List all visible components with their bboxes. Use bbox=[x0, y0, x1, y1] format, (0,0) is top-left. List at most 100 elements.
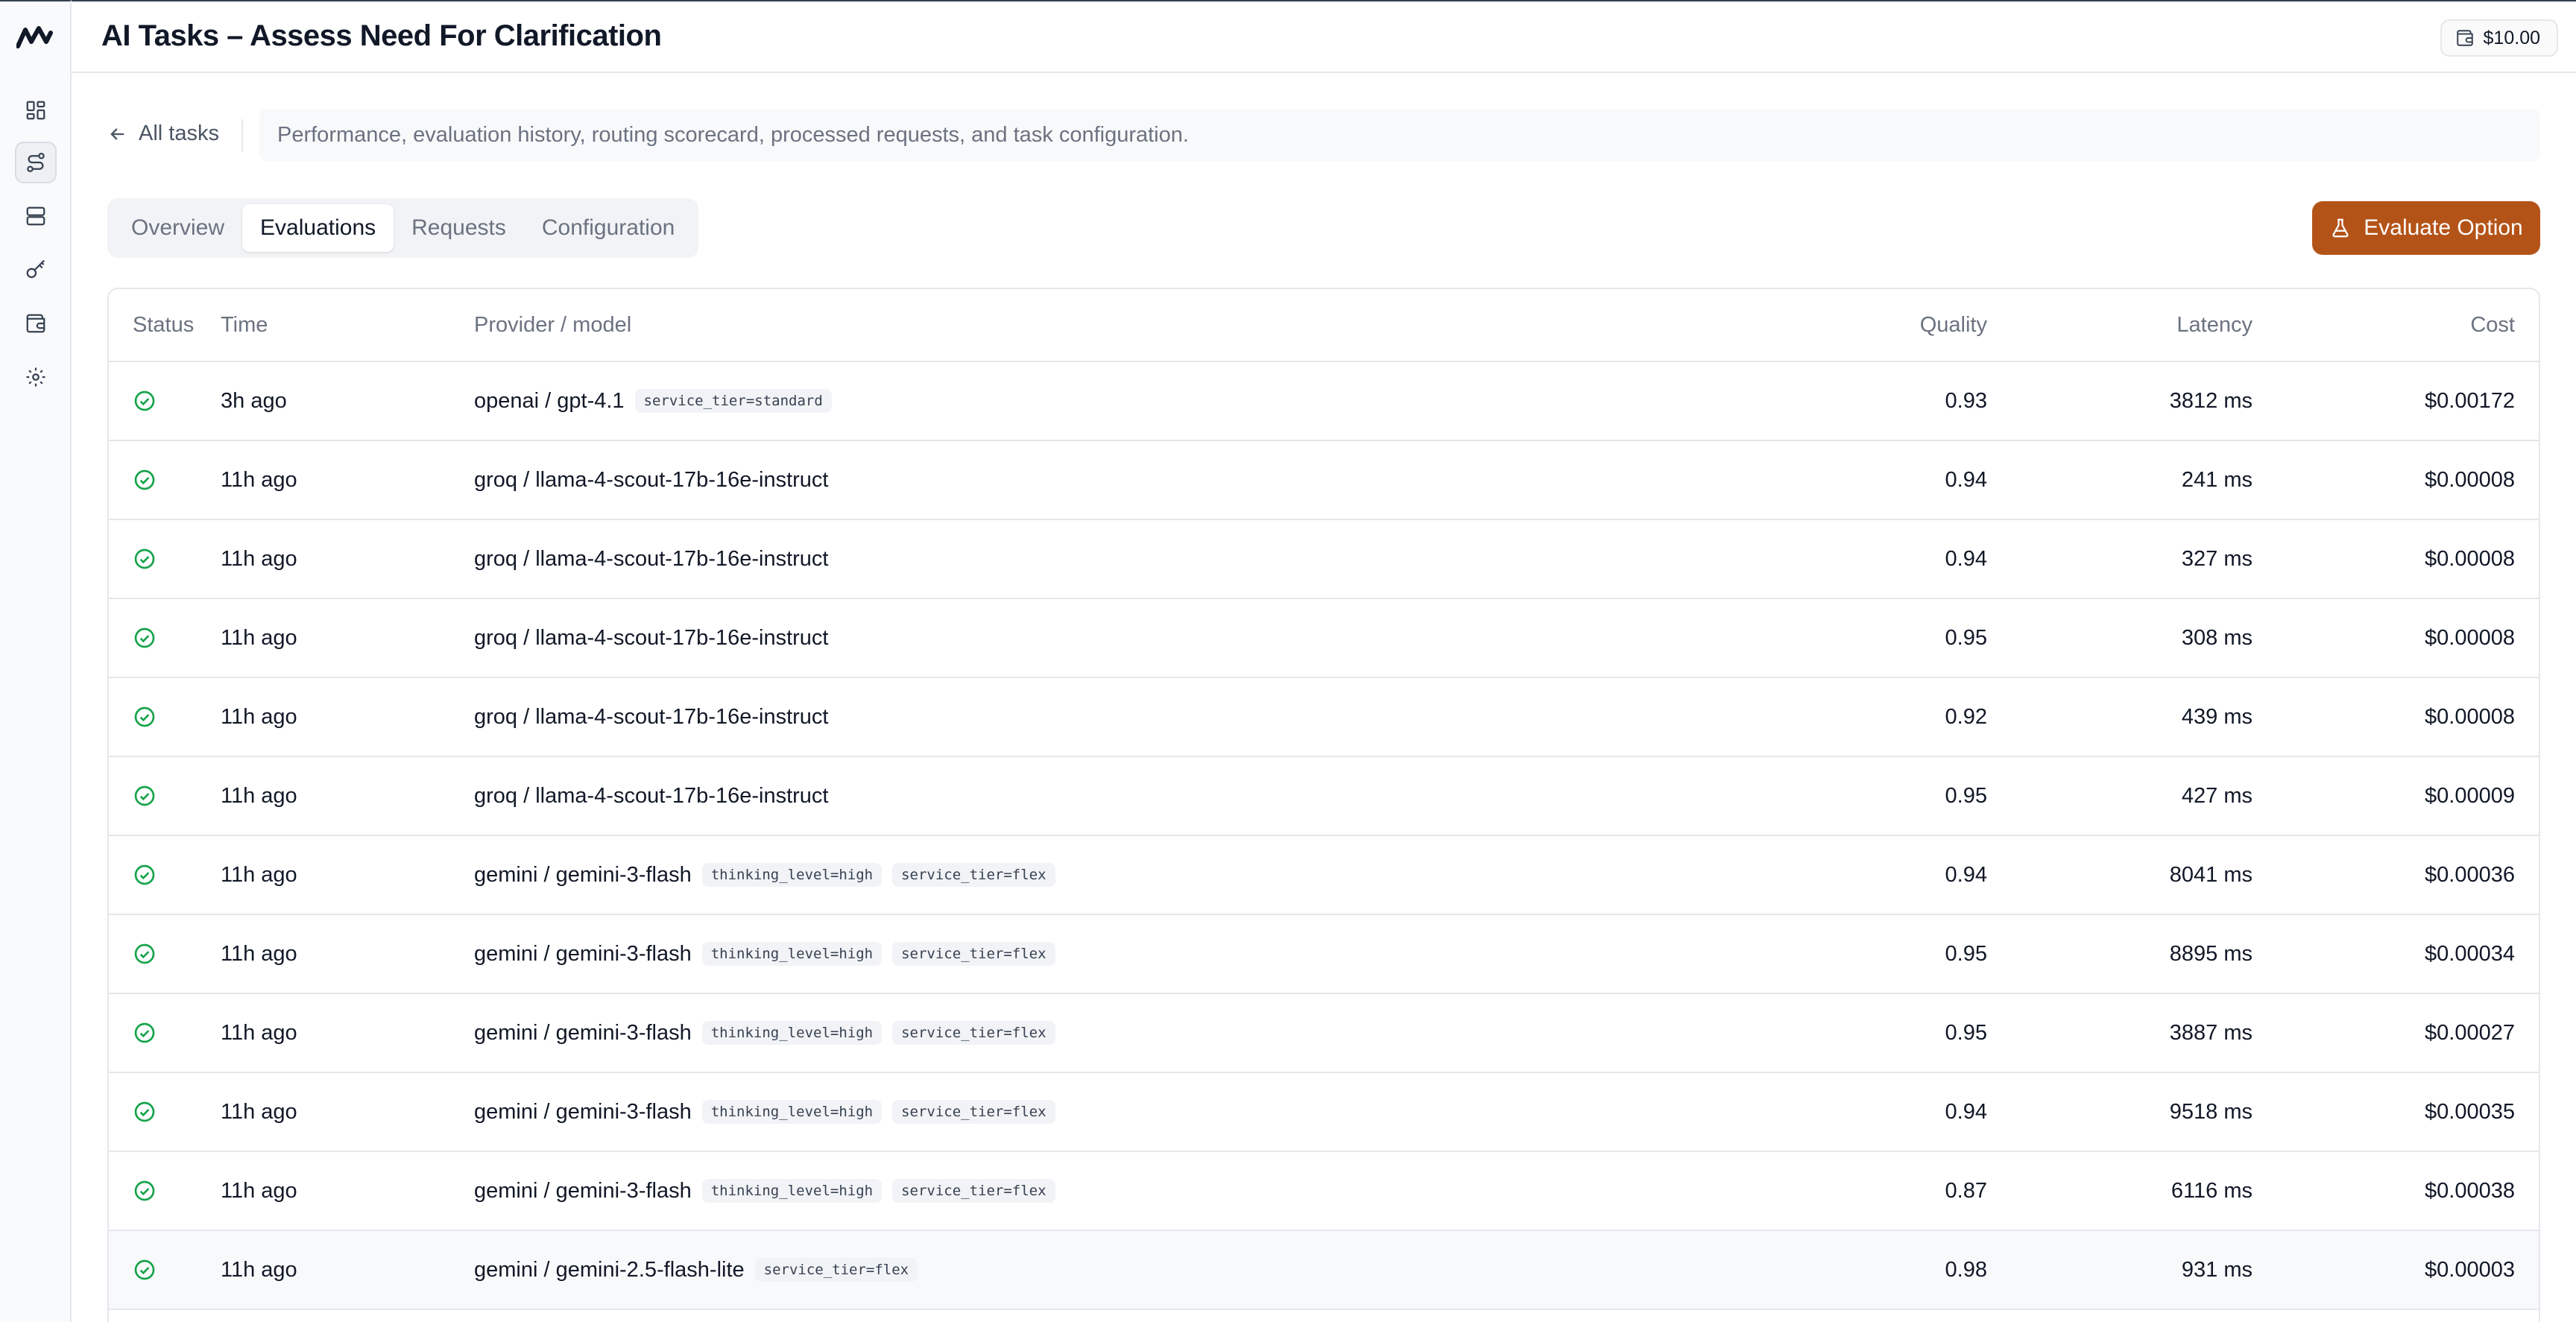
table-row[interactable]: 11h ago groq / llama-4-scout-17b-16e-inst… bbox=[109, 599, 2539, 678]
latency-cell: 9518 ms bbox=[2169, 1099, 2253, 1124]
model-name: groq / llama-4-scout-17b-16e-instruct bbox=[474, 783, 829, 808]
latency-cell: 327 ms bbox=[2181, 546, 2253, 571]
table-row[interactable]: 11h ago gemini / gemini-3-flash thinking_l… bbox=[109, 1152, 2539, 1231]
sidebar-item-dashboard[interactable] bbox=[15, 89, 57, 131]
check-circle-icon bbox=[133, 942, 221, 966]
back-link[interactable]: All tasks bbox=[107, 121, 219, 146]
status-cell bbox=[109, 784, 221, 808]
quality-cell: 0.95 bbox=[1945, 625, 1987, 650]
check-circle-icon bbox=[133, 1021, 221, 1045]
header-latency[interactable]: Latency bbox=[1987, 313, 2253, 338]
model-param-tag: service_tier=standard bbox=[634, 389, 832, 413]
tab-overview[interactable]: Overview bbox=[113, 204, 242, 252]
sidebar-item-routing[interactable] bbox=[15, 142, 57, 183]
dashboard-icon bbox=[26, 101, 45, 120]
status-cell bbox=[109, 547, 221, 571]
latency-cell: 931 ms bbox=[2181, 1257, 2253, 1282]
quality-cell: 0.94 bbox=[1945, 1099, 1987, 1124]
quality-cell: 0.94 bbox=[1945, 862, 1987, 887]
model-cell: gemini / gemini-3-flash thinking_level=hi… bbox=[474, 1179, 1801, 1204]
divider bbox=[242, 119, 243, 152]
page-title: AI Tasks – Assess Need For Clarification bbox=[101, 19, 662, 52]
header-quality[interactable]: Quality bbox=[1801, 313, 1987, 338]
table-row[interactable]: 11h ago gemini / gemini-2.5-flash-lite ser… bbox=[109, 1231, 2539, 1310]
header-time: Time bbox=[221, 312, 268, 337]
sidebar-item-storage[interactable] bbox=[15, 195, 57, 237]
table-row[interactable]: 11h ago groq / llama-4-scout-17b-16e-inst… bbox=[109, 678, 2539, 757]
cost-cell: $0.00035 bbox=[2425, 1099, 2515, 1124]
table-row[interactable]: 11h ago gemini / gemini-3-flash thinking_l… bbox=[109, 994, 2539, 1073]
check-circle-icon bbox=[133, 547, 221, 571]
table-row[interactable]: 11h ago groq / llama-4-scout-17b-16e-inst… bbox=[109, 441, 2539, 520]
time-cell: 11h ago bbox=[221, 1099, 297, 1124]
sidebar-item-settings[interactable] bbox=[15, 356, 57, 398]
time-cell: 11h ago bbox=[221, 704, 297, 729]
balance-value: $10.00 bbox=[2483, 27, 2540, 48]
check-circle-icon bbox=[133, 1258, 221, 1282]
model-cell: openai / gpt-4.1 service_tier=standard bbox=[474, 389, 1801, 414]
key-icon bbox=[26, 259, 45, 279]
status-cell bbox=[109, 389, 221, 413]
breadcrumb: All tasks Performance, evaluation histor… bbox=[107, 109, 2540, 161]
model-name: groq / llama-4-scout-17b-16e-instruct bbox=[474, 546, 829, 571]
model-cell: gemini / gemini-2.5-flash-lite service_ti… bbox=[474, 1258, 1801, 1283]
model-cell: gemini / gemini-3-flash thinking_level=hi… bbox=[474, 1100, 1801, 1125]
model-name: gemini / gemini-3-flash bbox=[474, 941, 692, 966]
time-cell: 11h ago bbox=[221, 1178, 297, 1203]
table-row[interactable]: 3h ago openai / gpt-4.1 service_tier=stand… bbox=[109, 362, 2539, 441]
cost-cell: $0.00034 bbox=[2425, 941, 2515, 966]
gear-icon bbox=[26, 367, 45, 387]
model-cell: groq / llama-4-scout-17b-16e-instruct bbox=[474, 784, 1801, 809]
table-row[interactable]: 11h ago gemini / gemini-3-flash thinking_l… bbox=[109, 1073, 2539, 1152]
page-description: Performance, evaluation history, routing… bbox=[259, 109, 2540, 161]
model-param-tag: thinking_level=high bbox=[701, 863, 883, 887]
wallet-icon bbox=[2456, 30, 2473, 46]
header-cost[interactable]: Cost bbox=[2253, 313, 2539, 338]
tab-requests[interactable]: Requests bbox=[394, 204, 524, 252]
tab-bar: Overview Evaluations Requests Configurat… bbox=[107, 198, 699, 258]
tab-evaluations[interactable]: Evaluations bbox=[242, 204, 394, 252]
cost-cell: $0.00172 bbox=[2425, 388, 2515, 413]
model-param-tag: service_tier=flex bbox=[892, 863, 1055, 887]
back-link-label: All tasks bbox=[139, 121, 219, 145]
model-cell: gemini / gemini-3-flash thinking_level=hi… bbox=[474, 942, 1801, 967]
server-icon bbox=[26, 206, 45, 226]
sidebar-item-billing[interactable] bbox=[15, 303, 57, 344]
table-row[interactable]: 11h ago gemini / gemini-3-flash thinking_l… bbox=[109, 836, 2539, 915]
header-model: Provider / model bbox=[474, 312, 632, 337]
latency-cell: 8895 ms bbox=[2169, 941, 2253, 966]
model-name: gemini / gemini-3-flash bbox=[474, 1020, 692, 1045]
model-name: openai / gpt-4.1 bbox=[474, 388, 625, 413]
model-param-tag: thinking_level=high bbox=[701, 942, 883, 966]
quality-cell: 0.95 bbox=[1945, 783, 1987, 808]
time-cell: 11h ago bbox=[221, 941, 297, 966]
model-param-tag: service_tier=flex bbox=[892, 1021, 1055, 1045]
balance-badge[interactable]: $10.00 bbox=[2440, 19, 2558, 57]
quality-cell: 0.87 bbox=[1945, 1178, 1987, 1203]
table-row[interactable]: 11h ago groq / llama-4-scout-17b-16e-inst… bbox=[109, 520, 2539, 599]
evaluate-option-button[interactable]: Evaluate Option bbox=[2312, 201, 2540, 255]
quality-cell: 0.93 bbox=[1945, 388, 1987, 413]
header-status: Status bbox=[133, 312, 195, 337]
evaluate-option-label: Evaluate Option bbox=[2364, 215, 2523, 240]
model-name: groq / llama-4-scout-17b-16e-instruct bbox=[474, 625, 829, 650]
tab-configuration[interactable]: Configuration bbox=[524, 204, 692, 252]
check-circle-icon bbox=[133, 1100, 221, 1124]
table-row[interactable]: 11h ago gemini / gemini-3-flash thinking_l… bbox=[109, 915, 2539, 994]
latency-cell: 8041 ms bbox=[2169, 862, 2253, 887]
model-name: gemini / gemini-3-flash bbox=[474, 1099, 692, 1124]
status-cell bbox=[109, 626, 221, 650]
evaluations-table: Status Time Provider / model Quality Lat… bbox=[107, 288, 2540, 1322]
quality-cell: 0.95 bbox=[1945, 1020, 1987, 1045]
cost-cell: $0.00008 bbox=[2425, 467, 2515, 492]
check-circle-icon bbox=[133, 784, 221, 808]
latency-cell: 6116 ms bbox=[2171, 1178, 2253, 1203]
status-cell bbox=[109, 1179, 221, 1203]
flask-icon bbox=[2332, 218, 2349, 238]
logo-icon[interactable] bbox=[16, 25, 55, 49]
time-cell: 11h ago bbox=[221, 783, 297, 808]
table-row[interactable]: 11h ago groq / llama-4-scout-17b-16e-inst… bbox=[109, 757, 2539, 836]
sidebar-item-keys[interactable] bbox=[15, 249, 57, 291]
time-cell: 11h ago bbox=[221, 1257, 297, 1282]
model-param-tag: thinking_level=high bbox=[701, 1100, 883, 1124]
